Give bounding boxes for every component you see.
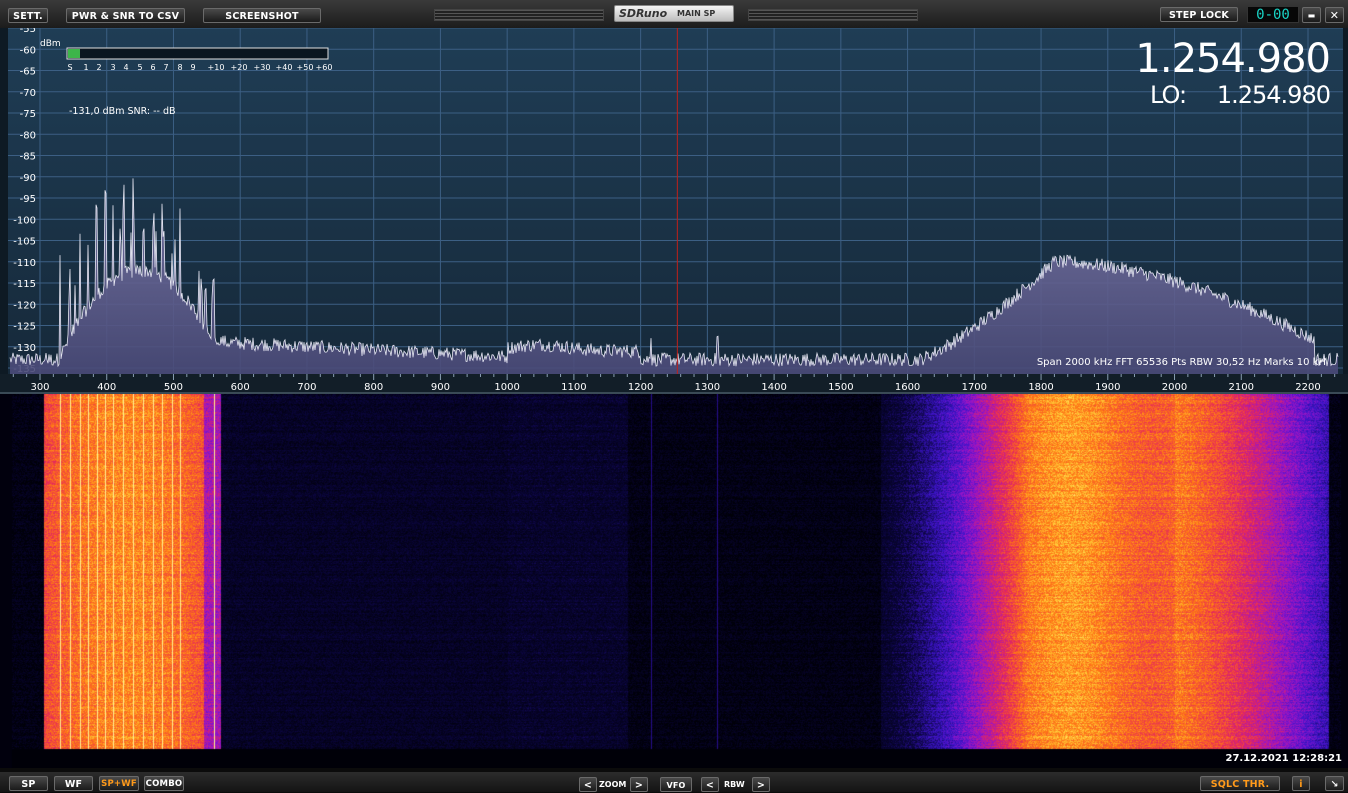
freq-tick-label: 1200 — [628, 382, 653, 393]
s-meter-label: 8 — [177, 63, 182, 72]
s-meter-label: 3 — [110, 63, 115, 72]
waterfall-timestamp: 27.12.2021 12:28:21 — [1225, 753, 1343, 764]
s-meter-label: 7 — [163, 63, 168, 72]
sqlc-threshold-button[interactable]: SQLC THR. — [1200, 776, 1280, 791]
db-tick-label: -120 — [13, 300, 36, 311]
step-lock-button[interactable]: STEP LOCK — [1160, 7, 1238, 22]
s-meter-label: 1 — [83, 63, 88, 72]
drag-grip-left[interactable] — [434, 9, 604, 21]
s-meter-label: 9 — [190, 63, 195, 72]
rbw-label: RBW — [724, 780, 745, 789]
lo-label: LO: — [1150, 81, 1186, 109]
freq-tick-label: 2000 — [1162, 382, 1187, 393]
wf-mode-button[interactable]: WF — [54, 776, 93, 791]
lo-frequency-display[interactable]: 1.254.980 — [1217, 81, 1331, 109]
sp-mode-button[interactable]: SP — [9, 776, 48, 791]
combo-mode-button[interactable]: COMBO — [144, 776, 184, 791]
freq-tick-label: 700 — [297, 382, 316, 393]
bottom-toolbar: SP WF SP+WF COMBO < ZOOM > VFO < RBW > S… — [0, 772, 1348, 792]
freq-tick-label: 1900 — [1095, 382, 1120, 393]
s-meter-label: +40 — [276, 63, 293, 72]
screenshot-button[interactable]: SCREENSHOT — [203, 8, 321, 23]
power-snr-readout: -131,0 dBm SNR: -- dB — [69, 106, 176, 117]
step-display: 0-00 — [1247, 6, 1299, 23]
zoom-in-button[interactable]: > — [630, 777, 648, 792]
s-meter-level — [68, 49, 80, 58]
spectrum-display[interactable]: -55 -60 -65 -70 -75 -80 -85 -90 -95 -100 -105 -110 -… — [0, 28, 1348, 394]
freq-tick-label: 500 — [164, 382, 183, 393]
top-toolbar: SETT. PWR & SNR TO CSV SCREENSHOT SDRuno… — [0, 0, 1348, 29]
s-meter-label: +20 — [231, 63, 248, 72]
freq-tick-label: 1400 — [761, 382, 786, 393]
minimize-button[interactable]: ▬ — [1302, 7, 1321, 23]
main-frequency-display[interactable]: 1.254.980 — [1135, 36, 1331, 82]
db-tick-label: -100 — [13, 215, 36, 226]
s-meter-label: +10 — [208, 63, 225, 72]
window-name: MAIN SP — [677, 9, 716, 18]
freq-tick-label: 900 — [431, 382, 450, 393]
db-tick-label: -110 — [13, 258, 36, 269]
drag-grip-right[interactable] — [748, 9, 918, 21]
freq-tick-label: 1300 — [695, 382, 720, 393]
s-meter-label: 4 — [123, 63, 128, 72]
s-meter-label: +30 — [254, 63, 271, 72]
rbw-increase-button[interactable]: > — [752, 777, 770, 792]
freq-tick-label: 2200 — [1295, 382, 1320, 393]
s-meter-label: S — [67, 63, 72, 72]
freq-tick-label: 1600 — [895, 382, 920, 393]
close-button[interactable]: ✕ — [1325, 7, 1344, 23]
db-tick-label: -90 — [20, 173, 36, 184]
freq-tick-label: 2100 — [1229, 382, 1254, 393]
app-logo: SDRuno MAIN SP — [614, 5, 734, 22]
s-meter-label: +60 — [316, 63, 333, 72]
db-tick-label: -95 — [20, 194, 36, 205]
settings-button[interactable]: SETT. — [8, 8, 48, 23]
resize-handle[interactable]: ↘ — [1325, 776, 1344, 791]
zoom-label: ZOOM — [599, 780, 627, 789]
zoom-out-button[interactable]: < — [579, 777, 597, 792]
db-tick-label: -60 — [20, 45, 36, 56]
db-tick-label: -80 — [20, 130, 36, 141]
s-meter-label: +50 — [297, 63, 314, 72]
db-tick-label: -55 — [20, 28, 36, 35]
s-meter-label: 2 — [96, 63, 101, 72]
freq-tick-label: 1500 — [828, 382, 853, 393]
db-tick-label: -65 — [20, 67, 36, 78]
freq-tick-label: 400 — [97, 382, 116, 393]
freq-tick-label: 600 — [231, 382, 250, 393]
rbw-decrease-button[interactable]: < — [701, 777, 719, 792]
s-meter-label: 6 — [150, 63, 155, 72]
db-tick-label: -115 — [13, 279, 36, 290]
db-tick-label: -125 — [13, 322, 36, 333]
db-tick-label: -130 — [13, 343, 36, 354]
db-tick-label: -105 — [13, 237, 36, 248]
freq-tick-label: 1100 — [561, 382, 586, 393]
db-tick-label: -70 — [20, 88, 36, 99]
freq-tick-label: 1700 — [962, 382, 987, 393]
app-name: SDRuno — [619, 7, 668, 20]
freq-tick-label: 800 — [364, 382, 383, 393]
freq-tick-label: 300 — [30, 382, 49, 393]
db-tick-label: -85 — [20, 152, 36, 163]
db-unit-label: dBm — [40, 39, 61, 49]
s-meter-label: 5 — [137, 63, 142, 72]
freq-tick-label: 1800 — [1028, 382, 1053, 393]
span-fft-info: Span 2000 kHz FFT 65536 Pts RBW 30,52 Hz… — [1037, 357, 1326, 368]
waterfall-display[interactable] — [0, 394, 1348, 768]
info-button[interactable]: i — [1292, 776, 1310, 791]
freq-tick-label: 1000 — [494, 382, 519, 393]
frequency-axis-bg — [0, 374, 1348, 394]
pwr-snr-csv-button[interactable]: PWR & SNR TO CSV — [66, 8, 185, 23]
sp-wf-mode-button[interactable]: SP+WF — [99, 776, 139, 791]
db-tick-label: -75 — [20, 109, 36, 120]
vfo-center-button[interactable]: VFO — [660, 777, 692, 792]
